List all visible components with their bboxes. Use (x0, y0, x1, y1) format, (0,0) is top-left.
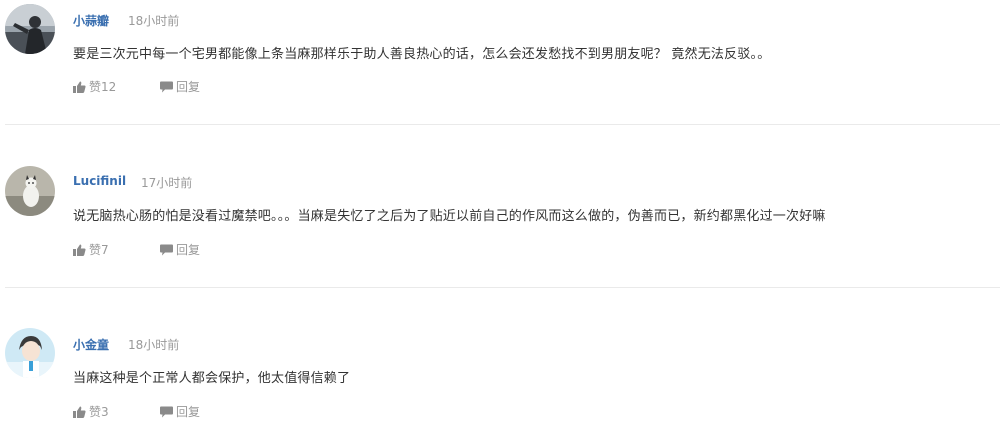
reply-button[interactable]: 回复 (160, 403, 200, 420)
reply-button[interactable]: 回复 (160, 241, 200, 258)
comment-item: 小金童 18小时前 当麻这种是个正常人都会保护，他太值得信赖了 赞3 回复 (0, 325, 1000, 435)
comment-text: 要是三次元中每一个宅男都能像上条当麻那样乐于助人善良热心的话，怎么会还发愁找不到… (73, 47, 771, 62)
like-button[interactable]: 赞12 (73, 78, 116, 95)
avatar-photo (5, 166, 55, 216)
like-count: 赞7 (89, 243, 109, 257)
username[interactable]: 小蒜瓣 (73, 12, 109, 29)
avatar-photo (5, 328, 55, 378)
avatar[interactable] (5, 166, 55, 216)
thumbs-up-icon (73, 244, 86, 256)
comment-item: Lucifinil 17小时前 说无脑热心肠的怕是没看过魔禁吧。。。当麻是失忆了… (0, 162, 1000, 272)
thumbs-up-icon (73, 81, 86, 93)
comment-text: 当麻这种是个正常人都会保护，他太值得信赖了 (73, 371, 351, 386)
speech-bubble-icon (160, 244, 173, 256)
like-count: 赞12 (89, 80, 117, 94)
reply-label: 回复 (176, 243, 201, 257)
like-button[interactable]: 赞3 (73, 403, 109, 420)
avatar[interactable] (5, 4, 55, 54)
comment-item: 小蒜瓣 18小时前 要是三次元中每一个宅男都能像上条当麻那样乐于助人善良热心的话… (0, 0, 1000, 110)
comment-text: 说无脑热心肠的怕是没看过魔禁吧。。。当麻是失忆了之后为了贴近以前自己的作风而这么… (73, 209, 826, 224)
avatar-photo (5, 4, 55, 54)
thumbs-up-icon (73, 406, 86, 418)
timestamp: 17小时前 (141, 176, 193, 190)
reply-label: 回复 (176, 405, 201, 419)
divider (5, 287, 1000, 288)
username[interactable]: 小金童 (73, 336, 109, 353)
timestamp: 18小时前 (128, 338, 180, 352)
like-button[interactable]: 赞7 (73, 241, 109, 258)
reply-button[interactable]: 回复 (160, 78, 200, 95)
speech-bubble-icon (160, 406, 173, 418)
username[interactable]: Lucifinil (73, 174, 126, 188)
divider (5, 124, 1000, 125)
like-count: 赞3 (89, 405, 109, 419)
avatar[interactable] (5, 328, 55, 378)
reply-label: 回复 (176, 80, 201, 94)
timestamp: 18小时前 (128, 14, 180, 28)
speech-bubble-icon (160, 81, 173, 93)
